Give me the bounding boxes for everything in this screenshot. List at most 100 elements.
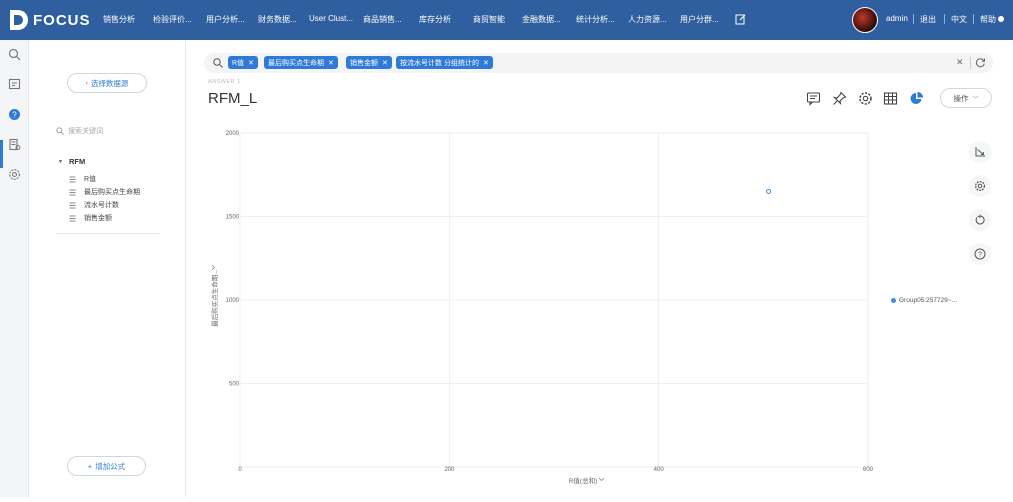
logo-text: FOCUS (33, 11, 91, 29)
database-icon[interactable] (8, 138, 21, 151)
search-placeholder: 搜索关键词 (68, 128, 103, 135)
question-icon[interactable]: ? (8, 108, 21, 121)
nav-item-user-segment[interactable]: 用户分群... (680, 14, 719, 25)
logout-link[interactable]: 退出 (920, 14, 936, 25)
keyword-search-input[interactable]: 搜索关键词 (56, 124, 166, 138)
active-indicator (0, 140, 3, 168)
refresh-icon[interactable] (975, 57, 986, 68)
left-icon-rail: ? (0, 40, 29, 497)
chevron-down-icon: ﹀ (972, 96, 979, 103)
table-icon[interactable] (883, 91, 898, 106)
nav-item-sales-analysis[interactable]: 销售分析 (103, 14, 135, 25)
y-tick-label: 1500 (226, 215, 240, 221)
app-logo[interactable]: FOCUS (8, 8, 91, 32)
edit-icon[interactable] (735, 13, 747, 25)
x-tick-label: 600 (863, 467, 874, 473)
comment-icon[interactable] (806, 91, 821, 106)
reset-button[interactable] (969, 209, 991, 231)
chip-label: 最后购买点生命期 (268, 59, 324, 67)
filter-chip[interactable]: 销售金额 ✕ (346, 56, 392, 69)
divider (913, 14, 914, 24)
filter-chip[interactable]: R值 ✕ (228, 56, 258, 69)
nav-item-trade-intel[interactable]: 商贸智能 (473, 14, 505, 25)
search-icon (56, 127, 64, 135)
divider (973, 14, 974, 24)
close-icon[interactable]: ✕ (382, 59, 388, 67)
username[interactable]: admin (886, 14, 908, 23)
axis-settings-button[interactable] (969, 141, 991, 163)
search-icon[interactable] (8, 48, 21, 61)
nav-item-user-analysis[interactable]: 用户分析... (206, 14, 245, 25)
field-icon (69, 176, 76, 182)
pie-chart-icon[interactable] (909, 91, 924, 106)
legend-label: Group05:257729~... (899, 297, 958, 304)
undo-icon (975, 214, 985, 225)
add-formula-label: 增加公式 (95, 461, 126, 471)
chart-canvas: 500 1000 1500 2000 0 200 400 600 R值(总和) 最后购买点生命… (210, 131, 874, 485)
field-icon (69, 189, 76, 195)
help-button[interactable]: ? (969, 243, 991, 265)
language-switch[interactable]: 中文 (951, 14, 967, 25)
close-icon[interactable]: ✕ (248, 59, 254, 67)
field-item[interactable]: 销售金额 (69, 213, 112, 223)
svg-text:?: ? (978, 252, 982, 259)
chip-label: 销售金额 (350, 59, 378, 67)
legend-item[interactable]: Group05:257729~... (891, 297, 957, 304)
operate-dropdown[interactable]: 操作 ﹀ (940, 88, 992, 108)
breadcrumb: ANSWER 1 (208, 79, 241, 85)
nav-item-finance[interactable]: 金融数据... (522, 14, 561, 25)
gear-icon (974, 180, 986, 192)
close-icon[interactable]: ✕ (328, 59, 334, 67)
logo-icon (10, 10, 28, 30)
chip-label: R值 (232, 59, 245, 67)
divider (56, 233, 160, 234)
nav-item-user-cluster[interactable]: User Clust... (309, 14, 353, 23)
help-link[interactable]: 帮助 (980, 14, 1004, 25)
field-item[interactable]: R值 (69, 174, 96, 184)
x-axis-label: R值(总和) (569, 476, 598, 485)
field-label: 流水号计数 (84, 202, 119, 209)
avatar[interactable] (852, 7, 878, 33)
nav-item-inventory[interactable]: 库存分析 (419, 14, 451, 25)
help-dot-icon (998, 16, 1004, 22)
top-navigation-bar: FOCUS 销售分析 检验评价... 用户分析... 财务数据... User … (0, 0, 1013, 40)
add-formula-button[interactable]: + 增加公式 (67, 456, 146, 476)
nav-item-finance-data[interactable]: 财务数据... (258, 14, 297, 25)
pin-icon[interactable] (832, 91, 847, 106)
divider (970, 57, 971, 69)
divider (944, 14, 945, 24)
close-icon[interactable]: ✕ (483, 59, 489, 67)
tree-root-label: RFM (68, 157, 86, 166)
filter-chip[interactable]: 按流水号计数 分组统计的 ✕ (396, 56, 493, 69)
gear-icon[interactable] (8, 168, 21, 181)
plus-icon: + (87, 461, 93, 471)
chevron-down-icon[interactable] (598, 477, 605, 482)
chart-settings-button[interactable] (969, 175, 991, 197)
search-filter-bar[interactable]: R值 ✕ 最后购买点生命期 ✕ 销售金额 ✕ 按流水号计数 分组统计的 ✕ ✕ (204, 53, 993, 73)
nav-item-hr[interactable]: 人力资源... (628, 14, 667, 25)
gear-icon[interactable] (858, 91, 873, 106)
question-icon: ? (974, 248, 986, 260)
chip-label: 按流水号计数 分组统计的 (400, 59, 479, 67)
field-item[interactable]: 流水号计数 (69, 200, 119, 210)
nav-item-inspection[interactable]: 检验评价... (153, 14, 192, 25)
filter-chip[interactable]: 最后购买点生命期 ✕ (264, 56, 338, 69)
field-icon (69, 202, 76, 208)
caret-down-icon: ▼ (58, 158, 63, 165)
board-icon[interactable] (8, 78, 21, 91)
field-label: 最后购买点生命期 (84, 189, 140, 196)
svg-text:?: ? (12, 111, 17, 120)
select-source-label: 选择数据源 (90, 78, 129, 88)
search-icon (213, 58, 223, 68)
axis-icon (975, 147, 985, 157)
nav-item-statistics[interactable]: 统计分析... (576, 14, 615, 25)
data-point[interactable] (766, 188, 772, 194)
x-tick-label: 400 (654, 467, 665, 473)
tree-root-rfm[interactable]: ▼ RFM (58, 157, 85, 166)
chevron-right-icon[interactable] (211, 264, 216, 271)
nav-item-product-sales[interactable]: 商品销售... (363, 14, 402, 25)
operate-label: 操作 (953, 93, 969, 103)
field-item[interactable]: 最后购买点生命期 (69, 187, 140, 197)
select-source-button[interactable]: ‹ 选择数据源 (67, 73, 147, 93)
clear-icon[interactable]: ✕ (956, 57, 964, 68)
